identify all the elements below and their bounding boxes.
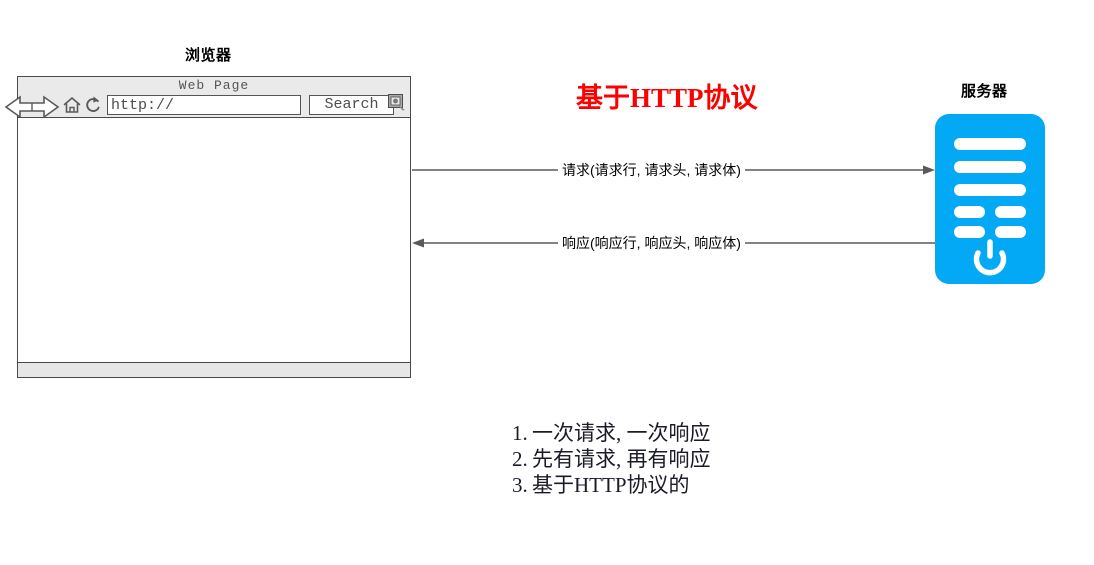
note-text: 基于HTTP协议的	[532, 473, 690, 497]
list-item: 1. 一次请求, 一次响应	[512, 420, 711, 446]
request-arrow-head	[923, 165, 935, 175]
browser-statusbar	[18, 362, 410, 377]
back-forward-arrows-icon[interactable]	[4, 94, 60, 120]
note-number: 3.	[512, 473, 528, 497]
browser-viewport	[18, 118, 410, 362]
list-item: 3. 基于HTTP协议的	[512, 472, 711, 498]
url-input[interactable]	[107, 95, 301, 115]
list-item: 2. 先有请求, 再有响应	[512, 446, 711, 472]
protocol-headline: 基于HTTP协议	[576, 83, 758, 113]
browser-page-title: Web Page	[178, 78, 250, 93]
browser-caption: 浏览器	[185, 48, 232, 64]
browser-window: Web Page Search	[4, 76, 411, 378]
search-button[interactable]: Search	[309, 95, 394, 115]
response-flow-label: 响应(响应行, 响应头, 响应体)	[558, 233, 745, 253]
note-number: 2.	[512, 447, 528, 471]
reload-icon[interactable]	[84, 95, 102, 115]
server-rack-icon	[935, 114, 1045, 284]
request-flow-label: 请求(请求行, 请求头, 请求体)	[558, 160, 745, 180]
response-arrow-head	[412, 238, 424, 248]
note-number: 1.	[512, 421, 528, 445]
note-text: 一次请求, 一次响应	[532, 421, 711, 445]
note-text: 先有请求, 再有响应	[532, 447, 711, 471]
browser-toolbar: Web Page Search	[4, 77, 410, 119]
notes-list: 1. 一次请求, 一次响应 2. 先有请求, 再有响应 3. 基于HTTP协议的	[512, 420, 711, 498]
search-image-icon[interactable]	[388, 94, 406, 111]
home-icon[interactable]	[62, 95, 82, 115]
server-caption: 服务器	[961, 84, 1008, 100]
